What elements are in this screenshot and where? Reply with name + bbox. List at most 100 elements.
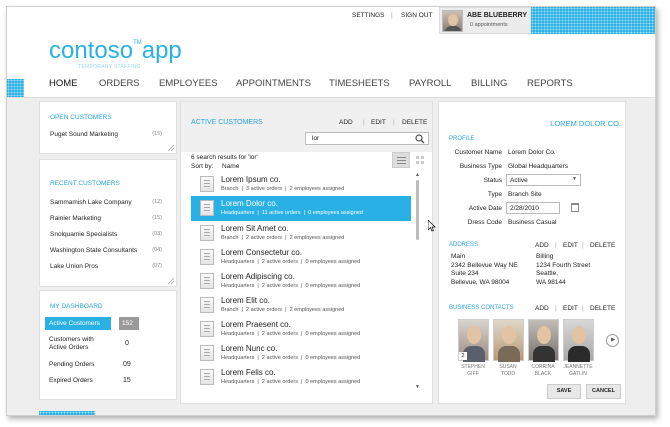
resize-grip-icon[interactable]	[168, 278, 174, 284]
field-label: Active Date	[468, 205, 502, 212]
nav-billing[interactable]: BILLING	[471, 78, 507, 89]
calendar-icon[interactable]	[571, 203, 579, 212]
customer-name: Sammamish Lake Company	[50, 199, 132, 206]
sort-value[interactable]: Name	[222, 163, 239, 170]
nav-employees[interactable]: EMPLOYEES	[159, 78, 218, 89]
cancel-button[interactable]: CANCEL	[586, 384, 621, 399]
settings-link[interactable]: SETTINGS	[352, 12, 385, 19]
row-name: Lorem Elit co.	[221, 296, 270, 305]
search-box: lor	[305, 132, 429, 145]
table-row[interactable]: Lorem Felis co. Headquarters | 2 active o…	[191, 365, 411, 389]
address-line: 1234 Fourth Street	[536, 261, 591, 269]
nav-payroll[interactable]: PAYROLL	[409, 78, 451, 89]
dashboard-panel: MY DASHBOARD Active Customers 152 Custom…	[39, 290, 177, 400]
status-select[interactable]: Active ▼	[506, 174, 581, 186]
table-row[interactable]: Lorem Sit Amet co. Branch | 2 active orde…	[191, 221, 411, 245]
edit-contact-link[interactable]: EDIT	[563, 305, 578, 312]
search-input[interactable]: lor	[312, 135, 319, 142]
table-row[interactable]: Lorem Praesent co. Headquarters | 2 activ…	[191, 317, 411, 341]
user-panel[interactable]: ABE BLUEBERRY 0 appointments	[439, 7, 531, 34]
document-icon	[200, 273, 214, 289]
table-row[interactable]: Lorem Elit co. Branch | 2 active orders |…	[191, 293, 411, 317]
nav-timesheets[interactable]: TIMESHEETS	[329, 78, 390, 89]
address-label: Billing	[536, 253, 554, 260]
row-details: Headquarters | 2 active orders | 0 emplo…	[221, 331, 361, 337]
dashboard-label[interactable]: Customers with Active Orders	[49, 336, 109, 352]
table-row[interactable]: Lorem Nunc co. Headquarters | 2 active or…	[191, 341, 411, 365]
row-name: Lorem Nunc co.	[221, 344, 278, 353]
document-icon	[200, 176, 214, 192]
nav-reports[interactable]: REPORTS	[527, 78, 573, 89]
delete-contact-link[interactable]: DELETE	[590, 305, 615, 312]
row-name: Lorem Felis co.	[221, 368, 276, 377]
contact-photo[interactable]	[493, 319, 524, 362]
avatar	[442, 10, 463, 32]
save-button[interactable]: SAVE	[547, 384, 581, 399]
bottom-pattern-decoration	[39, 411, 95, 415]
scrollbar[interactable]: ▲ ▼	[414, 172, 422, 392]
chevron-right-icon: ▶	[611, 337, 616, 343]
contact-photo[interactable]: 2	[458, 319, 489, 362]
dashboard-value: 152	[122, 320, 133, 327]
nav-orders[interactable]: ORDERS	[99, 78, 140, 89]
table-row-selected[interactable]: Lorem Dolor co. Headquarters | 11 active …	[191, 196, 411, 221]
row-details: Branch | 3 active orders | 2 employees a…	[221, 186, 345, 192]
dashboard-label: Active Customers	[49, 320, 100, 327]
add-contact-link[interactable]: ADD	[535, 305, 549, 312]
document-icon	[200, 369, 214, 385]
app-window: SETTINGS | SIGN OUT ABE BLUEBERRY 0 appo…	[6, 6, 656, 416]
row-details: Headquarters | 2 active orders | 0 emplo…	[221, 283, 361, 289]
customer-name: Rainier Marketing	[50, 215, 101, 222]
address-line: 2342 Bellevue Way NE	[451, 261, 518, 269]
edit-customer-link[interactable]: EDIT	[371, 119, 386, 126]
row-details: Headquarters | 2 active orders | 0 emplo…	[221, 379, 361, 385]
separator: |	[363, 119, 365, 126]
nav-home[interactable]: HOME	[49, 78, 78, 89]
scroll-down-icon[interactable]: ▼	[415, 384, 420, 390]
row-name: Lorem Dolor co.	[221, 199, 278, 208]
scroll-up-icon[interactable]: ▲	[415, 172, 420, 178]
edit-address-link[interactable]: EDIT	[563, 242, 578, 249]
table-row[interactable]: Lorem Adipiscing co. Headquarters | 2 act…	[191, 269, 411, 293]
dashboard-label[interactable]: Expired Orders	[49, 377, 93, 384]
contact-photo[interactable]	[563, 319, 594, 362]
active-date-field[interactable]: 2/28/2010	[506, 202, 560, 214]
dashboard-label[interactable]: Pending Orders	[49, 361, 95, 368]
delete-customer-link[interactable]: DELETE	[402, 119, 427, 126]
field-label: Type	[487, 191, 502, 198]
row-details: Branch | 2 active orders | 2 employees a…	[221, 235, 345, 241]
customer-count: (15)	[152, 131, 162, 137]
document-icon	[200, 345, 214, 361]
add-address-link[interactable]: ADD	[535, 242, 549, 249]
header-pattern-decoration	[531, 7, 655, 34]
contact-photo[interactable]	[528, 319, 559, 362]
sign-out-link[interactable]: SIGN OUT	[401, 12, 432, 19]
contact-badge: 2	[459, 352, 467, 360]
table-row[interactable]: Lorem Consectetur co. Headquarters | 2 ac…	[191, 245, 411, 269]
active-customers-title: ACTIVE CUSTOMERS	[191, 119, 263, 126]
delete-address-link[interactable]: DELETE	[590, 242, 615, 249]
logo[interactable]: contosoTMapp	[49, 37, 182, 67]
nav-appointments[interactable]: APPOINTMENTS	[236, 78, 311, 89]
add-customer-link[interactable]: ADD	[339, 119, 353, 126]
resize-grip-icon[interactable]	[168, 145, 174, 151]
search-icon[interactable]	[415, 134, 425, 144]
customer-count: (12)	[152, 199, 162, 205]
status-select-value: Active	[510, 177, 528, 184]
customer-name: Snolquamie Specialists	[50, 231, 118, 238]
customer-count: (15)	[152, 215, 162, 221]
field-value: Global Headquarters	[508, 163, 568, 170]
user-name: ABE BLUEBERRY	[467, 12, 528, 19]
customer-detail-panel: LOREM DOLOR CO. PROFILE Customer Name Lo…	[438, 101, 626, 404]
table-row[interactable]: Lorem Ipsum co. Branch | 3 active orders …	[191, 172, 411, 196]
row-details: Headquarters | 2 active orders | 0 emplo…	[221, 259, 361, 265]
contacts-section-title: BUSINESS CONTACTS	[449, 305, 514, 311]
next-contacts-button[interactable]: ▶	[606, 334, 619, 347]
list-view-button[interactable]	[392, 152, 410, 168]
customer-name: Puget Sound Marketing	[50, 131, 118, 138]
address-section-title: ADDRESS	[449, 242, 479, 248]
billing-address: Billing 1234 Fourth Street Seattle, WA 9…	[536, 253, 590, 287]
dashboard-value: 15	[123, 377, 131, 384]
dashboard-title: MY DASHBOARD	[50, 303, 103, 310]
scrollbar-thumb[interactable]	[416, 180, 419, 240]
